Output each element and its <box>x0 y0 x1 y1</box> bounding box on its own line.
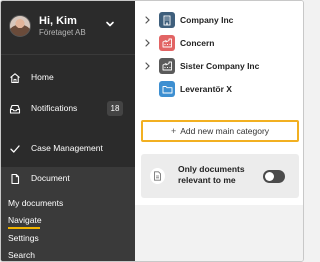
sidebar-item-home[interactable]: Home <box>1 65 135 91</box>
sidebar-item-notifications[interactable]: Notifications 18 <box>1 96 135 122</box>
relevance-filter-label: Only documents relevant to me <box>178 164 245 185</box>
user-name: Hi, Kim <box>39 15 77 27</box>
tree-item[interactable]: Company Inc <box>135 10 303 32</box>
sidebar-item-label: Document <box>31 173 70 183</box>
tree-item[interactable]: Sister Company Inc <box>135 56 303 78</box>
tree-item-label: Leverantör X <box>180 84 232 94</box>
tree-item-label: Concern <box>180 38 215 48</box>
subnav-item-search[interactable]: Search <box>8 250 35 260</box>
folder-icon <box>159 81 175 97</box>
user-menu[interactable]: Hi, Kim Företaget AB <box>1 1 135 51</box>
subnav-item-navigate[interactable]: Navigate <box>8 215 42 225</box>
checkmark-icon <box>10 145 20 153</box>
tree-item-label: Company Inc <box>180 15 234 25</box>
main-panel: Company Inc Concern Sister Company Inc L… <box>135 1 303 261</box>
plus-icon: + <box>170 126 177 136</box>
building-icon <box>159 58 175 74</box>
tree-item[interactable]: Concern <box>135 33 303 55</box>
relevance-toggle[interactable] <box>263 170 285 183</box>
sidebar-item-case-management[interactable]: Case Management <box>1 136 135 162</box>
tree-item-label: Sister Company Inc <box>180 61 260 71</box>
document-icon <box>11 173 20 185</box>
chevron-right-icon[interactable] <box>144 16 151 24</box>
tree-item[interactable]: Leverantör X <box>135 79 303 101</box>
add-main-category-label: Add new main category <box>180 126 270 136</box>
avatar <box>9 15 31 37</box>
chevron-right-icon[interactable] <box>144 62 151 70</box>
active-indicator <box>8 227 40 229</box>
sidebar-item-label: Case Management <box>31 143 103 153</box>
subnav-item-my-documents[interactable]: My documents <box>8 198 63 208</box>
building-icon <box>159 35 175 51</box>
app-window: Hi, Kim Företaget AB Home Notifications … <box>0 0 304 262</box>
sidebar-item-label: Notifications <box>31 103 78 113</box>
add-main-category-button[interactable]: + Add new main category <box>141 120 299 142</box>
chevron-down-icon[interactable] <box>105 19 115 29</box>
home-icon <box>10 73 20 84</box>
sidebar-divider <box>1 54 135 55</box>
sidebar-item-document[interactable]: Document <box>1 167 135 190</box>
inbox-icon <box>9 104 21 114</box>
subnav-item-settings[interactable]: Settings <box>8 233 39 243</box>
chevron-right-icon[interactable] <box>144 39 151 47</box>
building-icon <box>159 12 175 28</box>
notifications-count-badge: 18 <box>107 101 123 116</box>
relevance-filter-card: Only documents relevant to me <box>141 154 299 198</box>
sidebar: Hi, Kim Företaget AB Home Notifications … <box>1 1 135 261</box>
user-company: Företaget AB <box>39 28 86 37</box>
toggle-knob <box>265 172 274 181</box>
document-icon <box>150 168 165 184</box>
sidebar-item-label: Home <box>31 72 54 82</box>
